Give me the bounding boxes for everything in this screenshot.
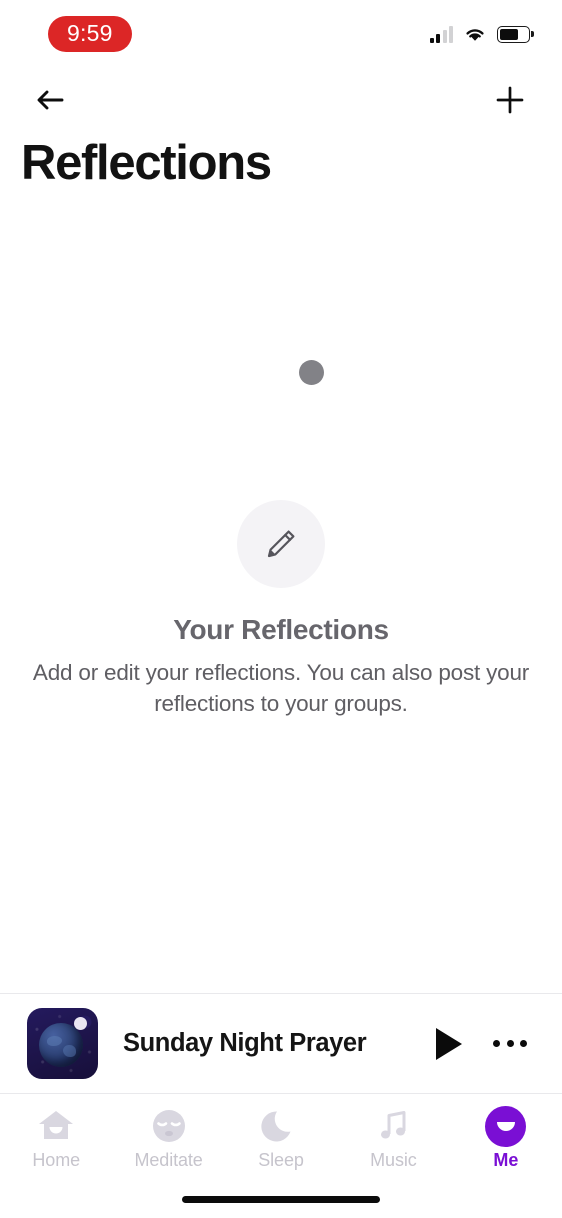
- more-options-button[interactable]: [486, 1021, 534, 1067]
- home-icon: [34, 1105, 78, 1147]
- page-title: Reflections: [21, 136, 272, 190]
- app-screen: 9:59 Reflections Your Reflections Add or…: [0, 0, 562, 1218]
- track-title: Sunday Night Prayer: [123, 1029, 367, 1057]
- profile-smile-icon: [485, 1105, 527, 1147]
- album-artwork[interactable]: [27, 1008, 98, 1079]
- meditate-face-icon: [148, 1105, 190, 1147]
- more-options-icon: [493, 1040, 500, 1047]
- moon-icon: [261, 1105, 301, 1147]
- tab-home[interactable]: Home: [0, 1094, 112, 1184]
- status-time-pill: 9:59: [48, 16, 132, 52]
- tab-label-meditate: Meditate: [134, 1150, 203, 1170]
- loading-dot: [299, 360, 324, 385]
- earth-globe-graphic: [39, 1023, 83, 1067]
- add-reflection-button[interactable]: [488, 78, 532, 122]
- crescent-moon-graphic: [74, 1017, 87, 1030]
- play-icon: [436, 1027, 462, 1060]
- status-bar: 9:59: [0, 0, 562, 68]
- navigation-bar: [0, 74, 562, 126]
- plus-icon: [496, 86, 524, 114]
- tab-meditate[interactable]: Meditate: [112, 1094, 224, 1184]
- tab-label-me: Me: [493, 1150, 519, 1170]
- back-arrow-icon: [37, 90, 64, 110]
- bottom-tab-bar: Home Meditate Sleep Music Me: [0, 1094, 562, 1184]
- wifi-icon: [466, 28, 484, 41]
- back-button[interactable]: [28, 78, 72, 122]
- play-button[interactable]: [426, 1021, 472, 1067]
- cellular-signal-icon: [429, 25, 453, 43]
- empty-state-icon-container: [237, 500, 325, 588]
- battery-icon: [497, 25, 530, 43]
- tab-label-home: Home: [32, 1150, 81, 1170]
- home-indicator: [182, 1196, 380, 1203]
- empty-state-description: Add or edit your reflections. You can al…: [32, 660, 530, 717]
- music-note-icon: [373, 1105, 413, 1147]
- status-indicators: [429, 25, 535, 43]
- tab-music[interactable]: Music: [337, 1094, 449, 1184]
- tab-label-sleep: Sleep: [258, 1150, 304, 1170]
- empty-state-title: Your Reflections: [173, 614, 389, 645]
- tab-label-music: Music: [370, 1150, 417, 1170]
- pencil-edit-icon: [267, 530, 295, 558]
- mini-player[interactable]: Sunday Night Prayer: [0, 993, 562, 1094]
- empty-state: Your Reflections Add or edit your reflec…: [0, 500, 562, 719]
- tab-me[interactable]: Me: [450, 1094, 562, 1184]
- tab-sleep[interactable]: Sleep: [225, 1094, 337, 1184]
